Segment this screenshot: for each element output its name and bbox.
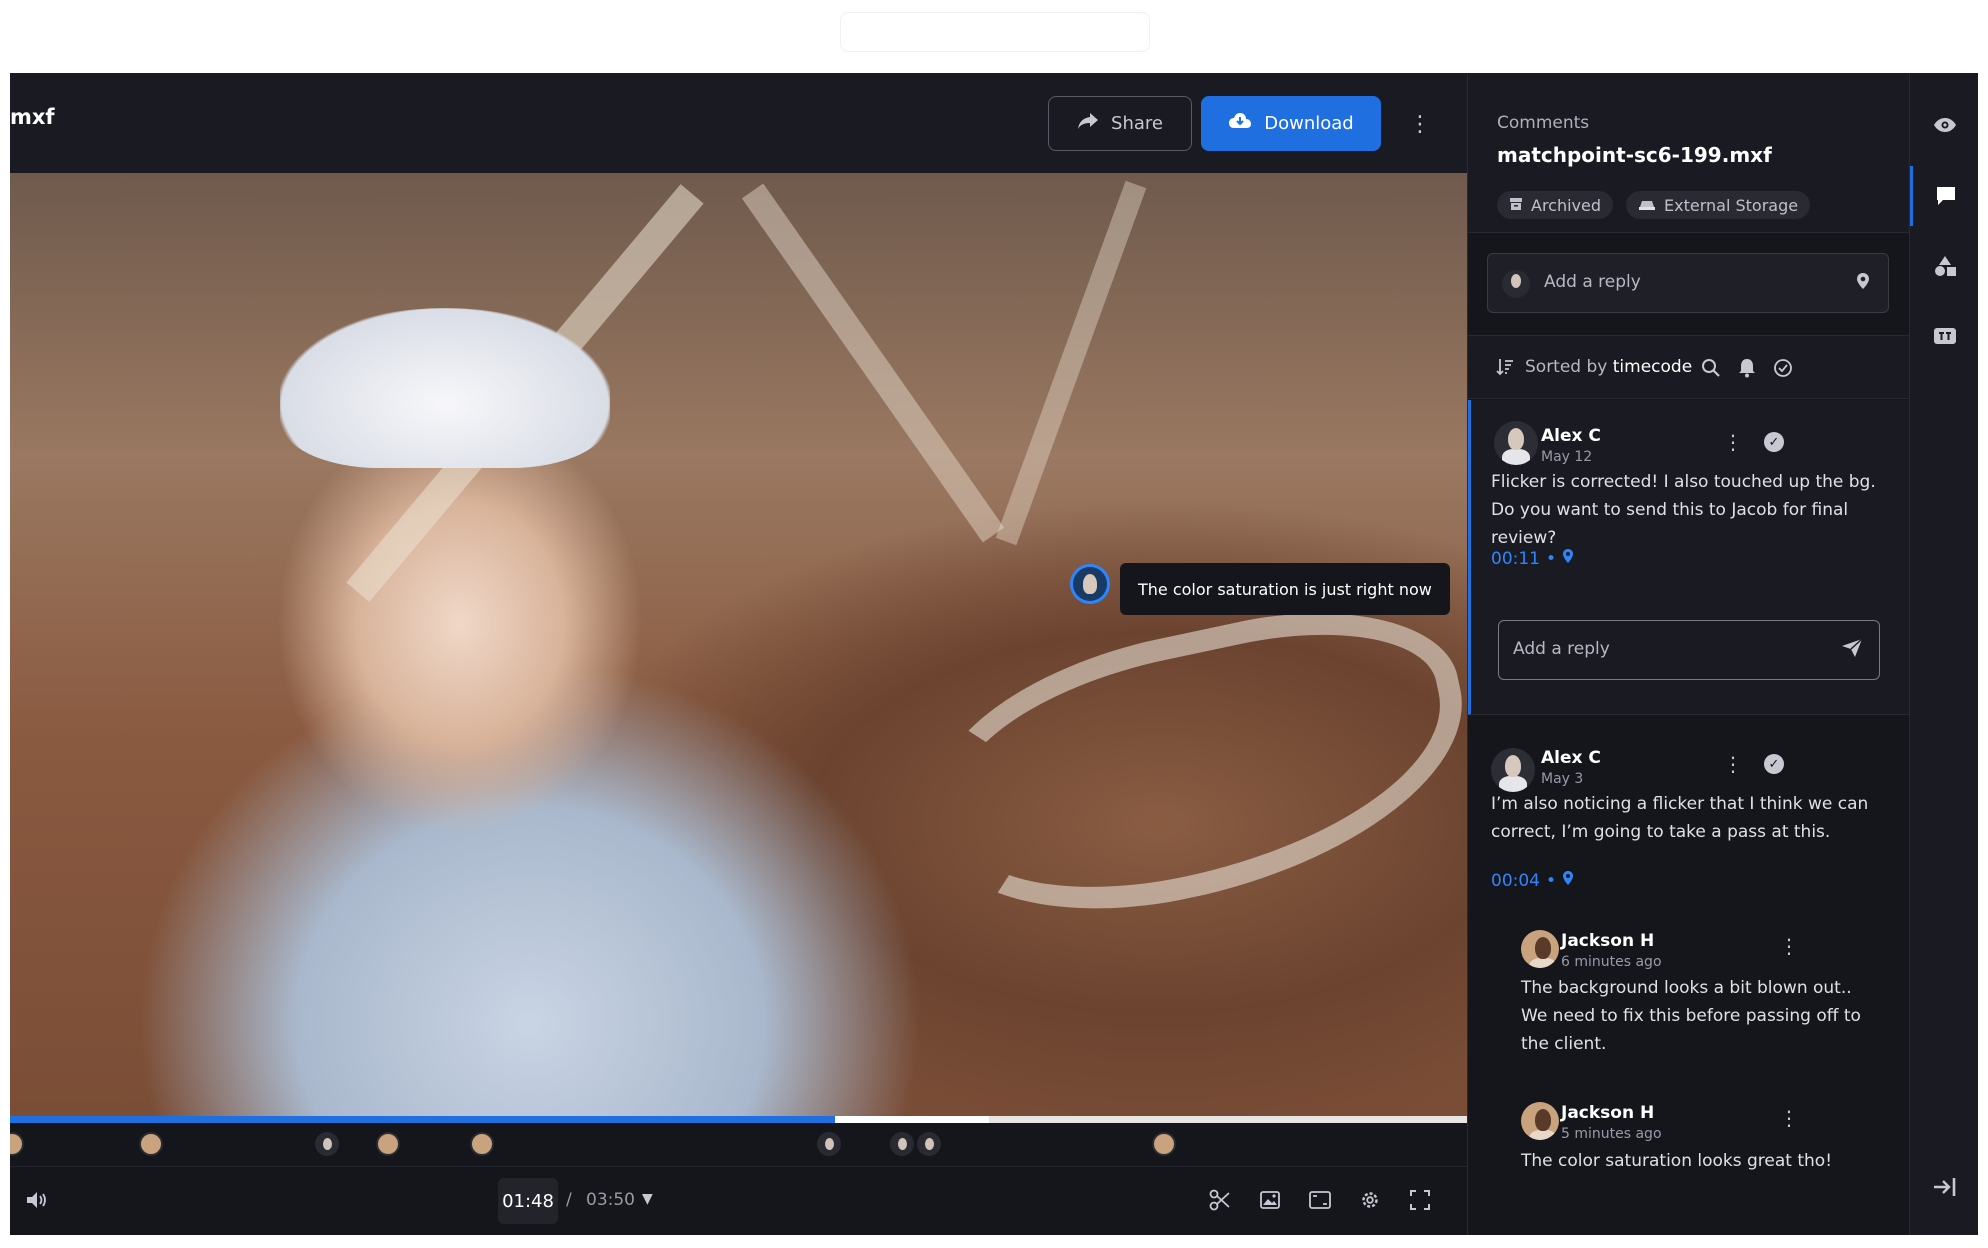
bullet-icon: •: [1546, 548, 1557, 569]
more-options-icon[interactable]: ⋮: [1723, 752, 1743, 776]
player-toolbar: mxf Share Download ⋮: [10, 73, 1467, 173]
gear-icon[interactable]: [1357, 1185, 1383, 1215]
reply-date: 5 minutes ago: [1561, 1126, 1662, 1142]
add-reply-placeholder: Add a reply: [1544, 272, 1641, 292]
comments-header: Comments matchpoint-sc6-199.mxf Archived…: [1468, 73, 1909, 233]
timeline-comment-marker[interactable]: [817, 1132, 841, 1156]
comments-panel: Comments matchpoint-sc6-199.mxf Archived…: [1467, 73, 1909, 1235]
archive-icon: [1509, 196, 1523, 215]
comment-text: I’m also noticing a flicker that I think…: [1491, 794, 1869, 842]
panel-label: Comments: [1497, 113, 1590, 133]
reply-author: Jackson H: [1561, 1103, 1655, 1123]
share-button[interactable]: Share: [1048, 96, 1192, 151]
panel-file-name: matchpoint-sc6-199.mxf: [1497, 143, 1772, 167]
time-separator: /: [566, 1190, 572, 1210]
timeline-comment-marker[interactable]: [10, 1132, 24, 1156]
comment-date: May 12: [1541, 449, 1593, 465]
volume-icon[interactable]: [24, 1185, 50, 1215]
timecode-value: 00:11: [1491, 548, 1540, 569]
scissors-icon[interactable]: [1207, 1185, 1233, 1215]
comment-author: Alex C: [1541, 426, 1601, 446]
timeline-comment-marker[interactable]: [917, 1132, 941, 1156]
chevron-down-icon[interactable]: ▼: [642, 1191, 653, 1207]
inline-reply-input[interactable]: Add a reply: [1498, 620, 1880, 680]
comment-author: Alex C: [1541, 748, 1601, 768]
more-options-icon[interactable]: ⋮: [1779, 1106, 1799, 1130]
sort-value: timecode: [1612, 357, 1693, 377]
download-label: Download: [1264, 113, 1354, 134]
timecode-value: 00:04: [1491, 870, 1540, 891]
window-title-bar: [840, 12, 1150, 52]
tag-label: Archived: [1531, 195, 1602, 215]
sort-selector[interactable]: Sorted by timecode: [1525, 357, 1692, 377]
comment-marker-track: [10, 1123, 1467, 1167]
more-options-icon[interactable]: ⋮: [1409, 109, 1431, 139]
timeline-comment-marker[interactable]: [139, 1132, 163, 1156]
fullscreen-icon[interactable]: [1407, 1185, 1433, 1215]
reply-author: Jackson H: [1561, 931, 1655, 951]
add-reply-input[interactable]: Add a reply: [1487, 253, 1889, 313]
tag-label: External Storage: [1664, 195, 1799, 215]
storage-icon: [1638, 196, 1656, 215]
comment-text: Flicker is corrected! I also touched up …: [1491, 472, 1876, 548]
timeline-comment-marker[interactable]: [470, 1132, 494, 1156]
timeline-comment-marker[interactable]: [1152, 1132, 1176, 1156]
aspect-ratio-icon[interactable]: [1307, 1185, 1333, 1215]
location-pin-icon: [1562, 548, 1574, 569]
app-window: mxf Share Download ⋮ The color saturatio…: [10, 73, 1978, 1235]
tag-external-storage: External Storage: [1626, 191, 1811, 219]
search-icon[interactable]: [1699, 356, 1723, 380]
bell-icon[interactable]: [1735, 356, 1759, 380]
reply-date: 6 minutes ago: [1561, 954, 1662, 970]
collapse-panel-icon[interactable]: [1910, 1157, 1978, 1217]
cloud-download-icon: [1228, 112, 1252, 135]
avatar: [1502, 270, 1530, 298]
comments-icon[interactable]: [1910, 166, 1978, 226]
timeline-comment-marker[interactable]: [376, 1132, 400, 1156]
location-pin-icon[interactable]: [1856, 272, 1870, 294]
avatar: [1494, 421, 1538, 465]
shapes-icon[interactable]: [1910, 236, 1978, 296]
comment-marker-avatar[interactable]: [1070, 564, 1110, 604]
right-rail: [1909, 73, 1978, 1235]
comment-date: May 3: [1541, 771, 1584, 787]
captions-icon[interactable]: [1910, 306, 1978, 366]
reply-text: The background looks a bit blown out.. W…: [1521, 978, 1861, 1054]
eye-icon[interactable]: [1910, 95, 1978, 155]
bullet-icon: •: [1546, 870, 1557, 891]
check-circle-icon[interactable]: [1771, 356, 1795, 380]
playback-controls: 01:48 / 03:50 ▼: [10, 1167, 1467, 1235]
download-button[interactable]: Download: [1201, 96, 1381, 151]
image-icon[interactable]: [1257, 1185, 1283, 1215]
comment-timecode[interactable]: 00:04 •: [1491, 870, 1574, 891]
share-label: Share: [1111, 113, 1163, 134]
avatar: [1491, 748, 1535, 792]
sort-prefix: Sorted by: [1525, 357, 1608, 377]
total-time: 03:50: [586, 1190, 635, 1210]
comment-thread-active[interactable]: Alex C May 12 ⋮ ✓ Flicker is corrected! …: [1468, 400, 1909, 715]
avatar: [1521, 1102, 1559, 1140]
resolve-check-icon[interactable]: ✓: [1764, 754, 1784, 774]
progress-played: [10, 1116, 835, 1123]
tag-archived: Archived: [1497, 191, 1614, 219]
share-arrow-icon: [1077, 112, 1099, 135]
file-name-title: mxf: [10, 105, 55, 129]
comment-tooltip: The color saturation is just right now: [1120, 563, 1450, 615]
video-frame[interactable]: [10, 173, 1467, 1116]
player-pane: mxf Share Download ⋮ The color saturatio…: [10, 73, 1467, 1235]
inline-reply-placeholder: Add a reply: [1513, 639, 1610, 659]
avatar: [1521, 930, 1559, 968]
comment-timecode[interactable]: 00:11 •: [1491, 548, 1574, 569]
location-pin-icon: [1562, 870, 1574, 891]
sort-icon[interactable]: [1496, 358, 1514, 380]
more-options-icon[interactable]: ⋮: [1779, 934, 1799, 958]
timeline-comment-marker[interactable]: [890, 1132, 914, 1156]
reply-text: The color saturation looks great tho!: [1521, 1151, 1833, 1171]
send-icon[interactable]: [1841, 638, 1863, 662]
sort-toolbar: Sorted by timecode: [1468, 335, 1909, 399]
more-options-icon[interactable]: ⋮: [1723, 430, 1743, 454]
current-time[interactable]: 01:48: [498, 1178, 558, 1224]
resolve-check-icon[interactable]: ✓: [1764, 432, 1784, 452]
timeline-comment-marker[interactable]: [315, 1132, 339, 1156]
